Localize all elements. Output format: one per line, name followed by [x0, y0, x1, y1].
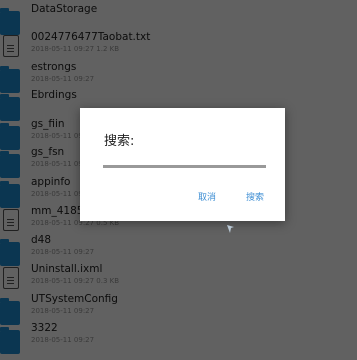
search-button[interactable]: 搜索 [246, 190, 264, 203]
search-dialog: 搜索: 取消 搜索 [80, 108, 285, 221]
dialog-title: 搜索: [104, 134, 135, 149]
search-input[interactable] [103, 165, 266, 168]
cancel-button[interactable]: 取消 [198, 190, 216, 203]
touch-cursor-icon [227, 225, 234, 233]
